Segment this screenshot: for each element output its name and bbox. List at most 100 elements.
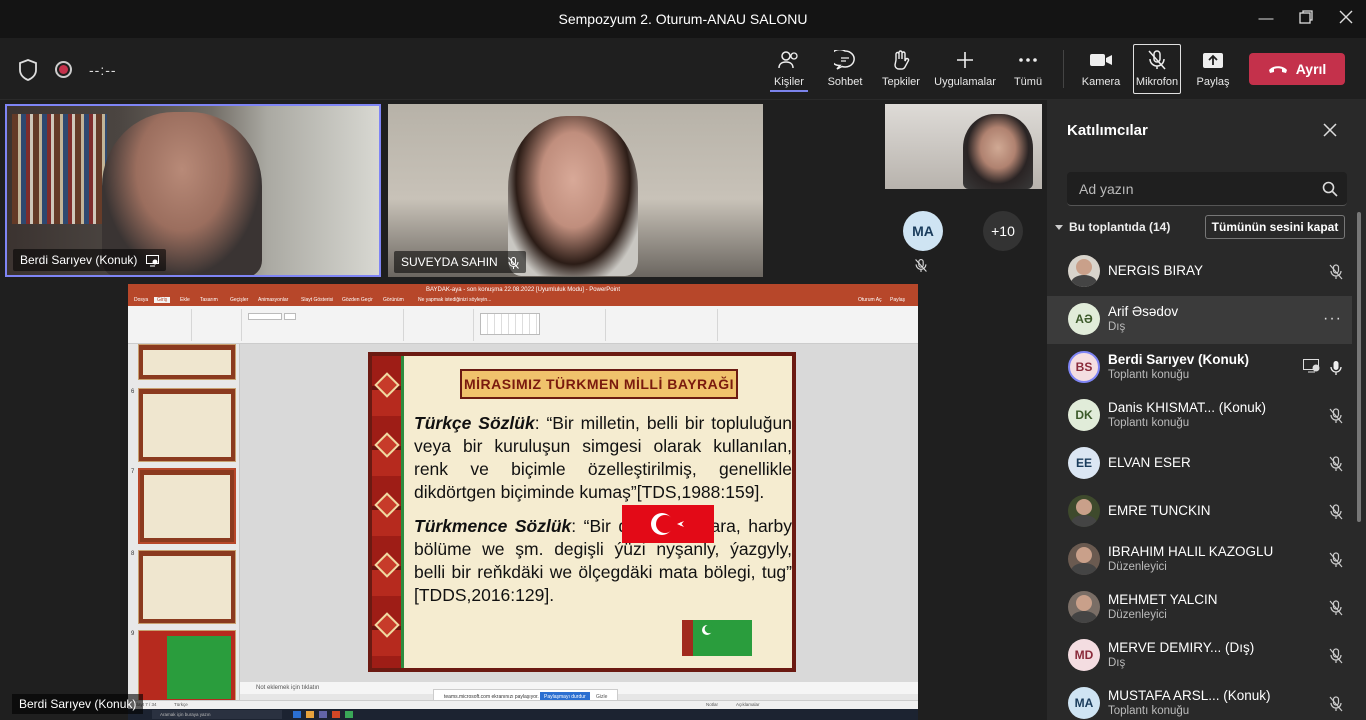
video-tile-berdi[interactable]: Berdi Sarıyev (Konuk): [5, 104, 381, 277]
participant-role: Toplantı konuğu: [1108, 417, 1190, 429]
participant-row[interactable]: MA MUSTAFA ARSL... (Konuk) Toplantı konuğu: [1047, 680, 1352, 720]
in-meeting-section-toggle[interactable]: Bu toplantıda (14): [1055, 220, 1170, 234]
people-button[interactable]: Kişiler: [770, 48, 808, 94]
participant-name: MUSTAFA ARSL... (Konuk): [1108, 688, 1271, 703]
minimize-icon[interactable]: —: [1257, 10, 1275, 28]
chat-icon: [834, 50, 855, 70]
panel-title: Katılımcılar: [1067, 122, 1148, 139]
ppt-tab: Geçişler: [230, 297, 249, 303]
camera-label: Kamera: [1081, 76, 1121, 88]
mute-all-button[interactable]: Tümünün sesini kapat: [1205, 215, 1345, 239]
slide-thumbnail[interactable]: [138, 550, 236, 624]
slide-term: Türkmence Sözlük: [414, 516, 572, 536]
close-panel-icon[interactable]: [1322, 122, 1338, 138]
ppt-tab: Animasyonlar: [258, 297, 289, 303]
slide-body: Türkçe Sözlük: “Bir milletin, belli bir …: [414, 412, 792, 618]
screen-share-icon: [145, 254, 159, 267]
participant-name: Berdi Sarıyev (Konuk): [1108, 352, 1250, 367]
ribbon-group: [132, 309, 192, 341]
more-actions-button[interactable]: Tümü: [1012, 48, 1044, 94]
carpet-border: [372, 356, 404, 668]
slide-paragraph: Türkmence Sözlük: “Bir döwlete, edara, h…: [414, 515, 792, 607]
more-options-icon[interactable]: ···: [1323, 310, 1342, 328]
slide-thumbnails: 6 7 8 9: [128, 344, 240, 704]
participant-avatar: MA: [1068, 687, 1100, 719]
meeting-toolbar: --:-- Kişiler Sohbet Tepkiler Uygulamala…: [0, 38, 1366, 100]
ribbon-group: [194, 309, 242, 341]
reactions-button[interactable]: Tepkiler: [880, 48, 922, 94]
mic-off-icon: [1329, 456, 1343, 477]
participant-role: Düzenleyici: [1108, 609, 1167, 621]
apps-button[interactable]: Uygulamalar: [932, 48, 998, 94]
toolbar-divider: [1063, 50, 1064, 88]
participant-row[interactable]: BS Berdi Sarıyev (Konuk) Toplantı konuğu: [1047, 344, 1352, 392]
participant-row[interactable]: NERGIS BIRAY: [1047, 248, 1352, 296]
search-placeholder: Ad yazın: [1079, 181, 1134, 197]
participant-row[interactable]: MEHMET YALCIN Düzenleyici: [1047, 584, 1352, 632]
mic-off-icon: [1148, 50, 1166, 70]
maximize-icon[interactable]: [1297, 10, 1315, 28]
leave-button[interactable]: Ayrıl: [1249, 53, 1345, 85]
turkish-flag: [622, 505, 714, 543]
gul-ornament: [374, 432, 400, 458]
mic-off-icon: [1329, 504, 1343, 525]
participant-row[interactable]: MD MERVE DEMIRY... (Dış) Dış: [1047, 632, 1352, 680]
shield-icon[interactable]: [18, 59, 38, 81]
mic-off-icon: [1329, 264, 1343, 285]
chat-label: Sohbet: [827, 76, 863, 88]
participant-row[interactable]: IBRAHIM HALIL KAZOGLU Düzenleyici: [1047, 536, 1352, 584]
leave-label: Ayrıl: [1295, 61, 1327, 77]
participant-row[interactable]: EE ELVAN ESER: [1047, 440, 1352, 488]
camera-button[interactable]: Kamera: [1080, 48, 1122, 94]
slide-thumbnail-active[interactable]: [138, 468, 236, 544]
video-tile-small[interactable]: [885, 104, 1042, 189]
slide-thumbnail[interactable]: [138, 630, 236, 704]
ppt-tab: Gözden Geçir: [342, 297, 373, 303]
gul-ornament: [374, 612, 400, 638]
participant-avatar: MD: [1068, 639, 1100, 671]
chat-button[interactable]: Sohbet: [826, 48, 864, 94]
share-button[interactable]: Paylaş: [1194, 48, 1232, 94]
more-participants-badge[interactable]: +10: [983, 211, 1023, 251]
slide-thumbnail[interactable]: [138, 344, 236, 380]
shared-screen[interactable]: BAYDAK-aya - son konuşma 22.08.2022 [Uyu…: [128, 284, 918, 720]
taskbar-search[interactable]: Aramak için buraya yazın: [152, 710, 282, 719]
participant-video: [963, 114, 1033, 189]
participant-row[interactable]: EMRE TUNCKIN: [1047, 488, 1352, 536]
microphone-button[interactable]: Mikrofon: [1134, 48, 1180, 94]
ppt-title: BAYDAK-aya - son konuşma 22.08.2022 [Uyu…: [128, 284, 918, 296]
slide-thumbnail[interactable]: [138, 388, 236, 462]
video-tile-suveyda[interactable]: SUVEYDA SAHIN: [388, 104, 763, 277]
panel-scrollbar[interactable]: [1357, 212, 1361, 522]
mic-off-icon: [1329, 600, 1343, 621]
windows-taskbar: Aramak için buraya yazın: [128, 709, 918, 720]
thumb-number: 6: [131, 389, 135, 395]
section-label: Bu toplantıda (14): [1069, 220, 1171, 234]
turkmen-flag: [682, 620, 752, 656]
ppt-ribbon-tabs: Dosya Giriş Ekle Tasarım Geçişler Animas…: [128, 296, 918, 306]
status-notes[interactable]: Notlar: [706, 702, 718, 707]
plus-icon: [957, 52, 973, 68]
participant-role: Toplantı konuğu: [1108, 369, 1190, 381]
microphone-label: Mikrofon: [1135, 76, 1179, 88]
mic-off-icon: [915, 259, 927, 272]
participant-search-input[interactable]: Ad yazın: [1067, 172, 1347, 206]
video-name-text: SUVEYDA SAHIN: [401, 255, 498, 269]
people-label: Kişiler: [770, 76, 808, 92]
participant-role: Dış: [1108, 657, 1126, 669]
mic-off-icon: [1329, 408, 1343, 429]
ppt-share-tab: Paylaş: [890, 297, 906, 303]
ppt-tab: Tasarım: [200, 297, 218, 303]
participant-row[interactable]: DK Danis KHISMAT... (Konuk) Toplantı konuğ…: [1047, 392, 1352, 440]
participant-avatar: [1068, 495, 1100, 527]
ppt-tab: Slayt Gösterisi: [301, 297, 334, 303]
status-comments[interactable]: Açıklamalar: [736, 702, 760, 707]
close-window-icon[interactable]: [1337, 10, 1355, 28]
hang-up-icon: [1268, 66, 1287, 73]
ribbon-group: [608, 309, 718, 341]
ribbon-group: [406, 309, 474, 341]
participant-row[interactable]: AƏ Arif Əsədov Dış ···: [1047, 296, 1352, 344]
slide-title: MİRASIMIZ TÜRKMEN MİLLİ BAYRAĞI: [460, 369, 738, 399]
gallery-avatar[interactable]: MA: [903, 211, 943, 251]
participant-name: Arif Əsədov: [1108, 304, 1179, 319]
